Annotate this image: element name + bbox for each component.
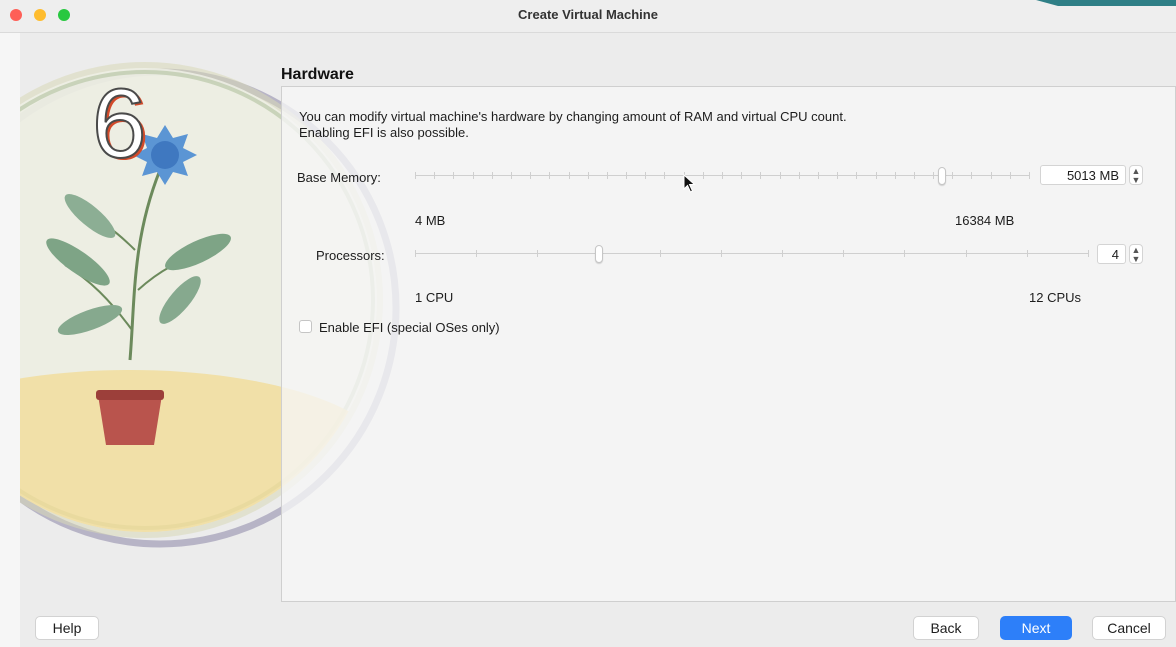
cancel-button[interactable]: Cancel	[1092, 616, 1166, 640]
base-memory-slider[interactable]	[415, 166, 1030, 186]
slider-tick	[415, 250, 416, 257]
title-bar: Create Virtual Machine	[0, 0, 1176, 33]
slider-tick	[660, 250, 661, 257]
enable-efi-label: Enable EFI (special OSes only)	[319, 320, 500, 335]
description-line-2: Enabling EFI is also possible.	[299, 125, 469, 140]
slider-tick	[799, 172, 800, 179]
slider-tick	[607, 172, 608, 179]
slider-tick	[933, 172, 934, 179]
slider-tick	[904, 250, 905, 257]
base-memory-max-label: 16384 MB	[955, 213, 1015, 228]
processors-slider[interactable]	[415, 244, 1089, 264]
slider-tick	[569, 172, 570, 179]
slider-tick	[971, 172, 972, 179]
slider-tick	[434, 172, 435, 179]
slider-tick	[511, 172, 512, 179]
enable-efi-checkbox[interactable]	[299, 320, 312, 333]
processors-min-label: 1 CPU	[415, 290, 454, 305]
slider-tick	[476, 250, 477, 257]
base-memory-label: Base Memory:	[297, 170, 381, 185]
description-line-1: You can modify virtual machine's hardwar…	[299, 109, 847, 124]
section-title: Hardware	[281, 66, 354, 83]
processors-field[interactable]: 4	[1097, 244, 1126, 264]
slider-tick	[914, 172, 915, 179]
processors-slider-track	[415, 253, 1089, 254]
slider-tick	[492, 172, 493, 179]
slider-tick	[645, 172, 646, 179]
step-number-overlay: 6	[91, 68, 147, 178]
slider-tick	[722, 172, 723, 179]
slider-tick	[818, 172, 819, 179]
window-left-edge	[0, 0, 20, 647]
corner-accent	[1036, 0, 1176, 6]
slider-tick	[895, 172, 896, 179]
slider-tick	[741, 172, 742, 179]
slider-tick	[856, 172, 857, 179]
slider-tick	[549, 172, 550, 179]
slider-tick	[780, 172, 781, 179]
slider-tick	[876, 172, 877, 179]
base-memory-stepper-icon[interactable]: ▲ ▼	[1129, 165, 1143, 185]
help-button[interactable]: Help	[35, 616, 99, 640]
slider-tick	[782, 250, 783, 257]
processors-stepper-icon[interactable]: ▲ ▼	[1129, 244, 1143, 264]
mouse-cursor-icon	[683, 174, 696, 193]
slider-tick	[837, 172, 838, 179]
slider-tick	[530, 172, 531, 179]
slider-tick	[991, 172, 992, 179]
slider-tick	[843, 250, 844, 257]
processors-label: Processors:	[316, 248, 385, 263]
slider-tick	[1088, 250, 1089, 257]
slider-tick	[1027, 250, 1028, 257]
slider-tick	[721, 250, 722, 257]
section-description: You can modify virtual machine's hardwar…	[299, 109, 847, 141]
processors-slider-thumb[interactable]	[595, 245, 603, 263]
back-button[interactable]: Back	[913, 616, 979, 640]
base-memory-min-label: 4 MB	[415, 213, 446, 228]
slider-tick	[626, 172, 627, 179]
slider-tick	[1029, 172, 1030, 179]
slider-tick	[1010, 172, 1011, 179]
base-memory-field[interactable]: 5013 MB	[1040, 165, 1126, 185]
slider-tick	[952, 172, 953, 179]
slider-tick	[588, 172, 589, 179]
processors-max-label: 12 CPUs	[1029, 290, 1082, 305]
slider-tick	[966, 250, 967, 257]
hardware-panel	[281, 86, 1176, 602]
base-memory-slider-thumb[interactable]	[938, 167, 946, 185]
next-button[interactable]: Next	[1000, 616, 1072, 640]
slider-tick	[664, 172, 665, 179]
slider-tick	[453, 172, 454, 179]
slider-tick	[415, 172, 416, 179]
slider-tick	[537, 250, 538, 257]
slider-tick	[760, 172, 761, 179]
slider-tick	[473, 172, 474, 179]
slider-tick	[703, 172, 704, 179]
window-title: Create Virtual Machine	[518, 7, 658, 22]
